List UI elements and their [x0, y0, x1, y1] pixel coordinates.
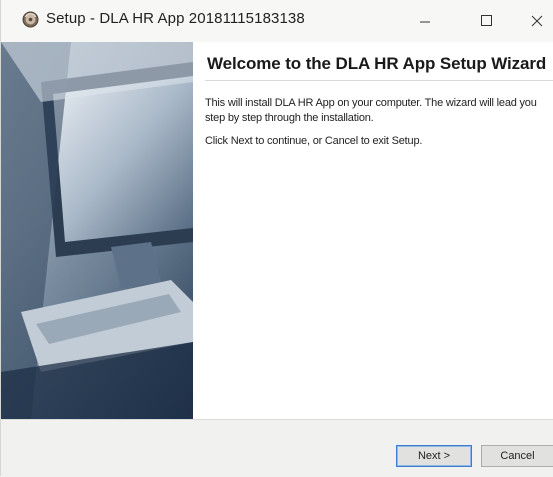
- title-bar[interactable]: Setup - DLA HR App 20181115183138: [1, 0, 553, 42]
- setup-wizard-window: Setup - DLA HR App 20181115183138 Welcom…: [0, 0, 553, 477]
- maximize-button[interactable]: [463, 0, 507, 42]
- cancel-button[interactable]: Cancel: [481, 445, 553, 467]
- title-divider: [205, 80, 553, 81]
- wizard-content-panel: Welcome to the DLA HR App Setup Wizard T…: [193, 42, 553, 419]
- close-icon: [531, 15, 543, 27]
- page-title: Welcome to the DLA HR App Setup Wizard: [207, 54, 547, 73]
- continue-instruction-text: Click Next to continue, or Cancel to exi…: [205, 135, 423, 147]
- window-title: Setup - DLA HR App 20181115183138: [46, 10, 305, 27]
- setup-disc-icon: [22, 11, 39, 28]
- minimize-button[interactable]: [399, 0, 443, 42]
- wizard-banner-image: [1, 42, 193, 419]
- wizard-footer: Next > Cancel: [1, 419, 553, 477]
- next-button[interactable]: Next >: [396, 445, 472, 467]
- close-button[interactable]: [514, 0, 553, 42]
- install-description-text: This will install DLA HR App on your com…: [205, 97, 537, 124]
- minimize-icon: [420, 21, 430, 23]
- maximize-icon: [481, 15, 492, 26]
